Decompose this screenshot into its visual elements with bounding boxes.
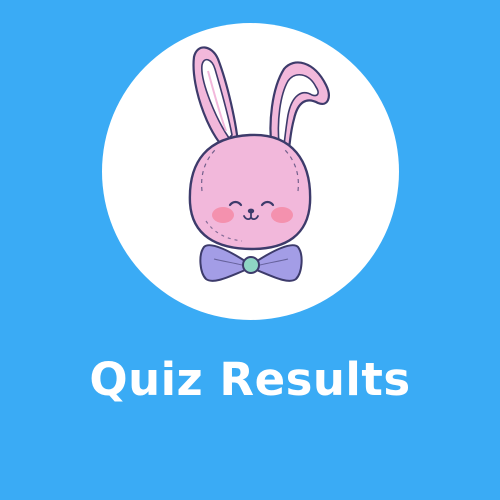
bunny-right-cheek: [271, 207, 293, 223]
quiz-results-card: Quiz Results: [0, 0, 500, 500]
page-title: Quiz Results: [89, 353, 411, 406]
bunny-icon: [188, 46, 330, 282]
bunny-head: [188, 133, 312, 251]
bow-tie-button: [242, 256, 260, 274]
bunny-left-cheek: [212, 207, 234, 223]
bow-tie: [199, 244, 303, 282]
bunny-left-ear: [192, 46, 240, 153]
